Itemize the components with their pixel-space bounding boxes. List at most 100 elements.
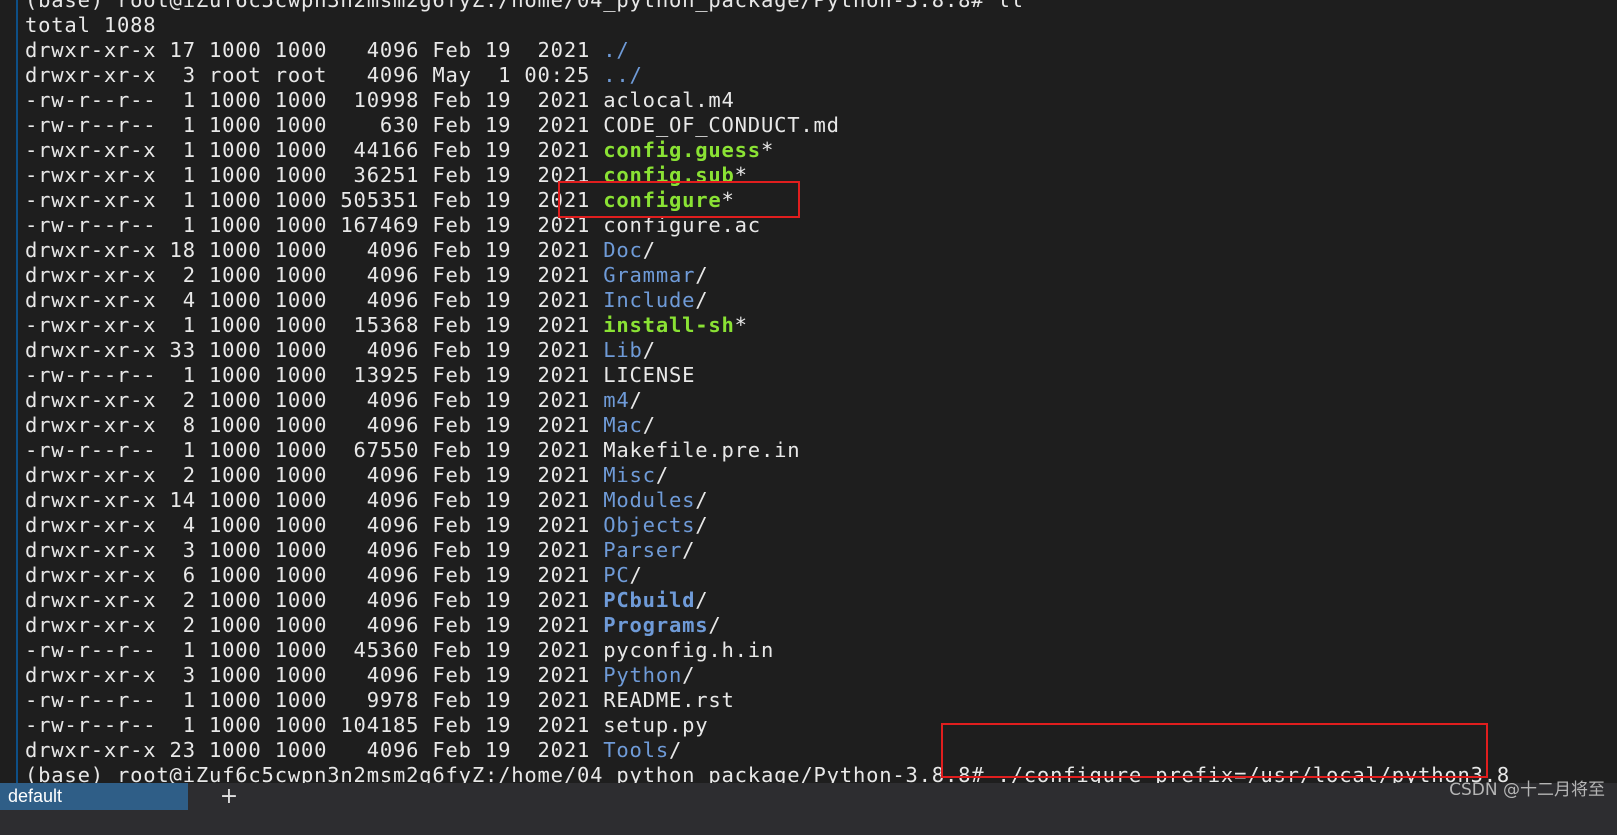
terminal-line: (base) root@iZuf6c5cwpn3n2msm2g6fyZ:/hom… xyxy=(25,0,1510,13)
terminal-line: drwxr-xr-x 4 1000 1000 4096 Feb 19 2021 … xyxy=(25,513,1510,538)
line-text: drwxr-xr-x 33 1000 1000 4096 Feb 19 2021 xyxy=(25,338,604,362)
terminal-line: -rw-r--r-- 1 1000 1000 9978 Feb 19 2021 … xyxy=(25,688,1510,713)
terminal-line: drwxr-xr-x 4 1000 1000 4096 Feb 19 2021 … xyxy=(25,288,1510,313)
terminal-line: -rwxr-xr-x 1 1000 1000 15368 Feb 19 2021… xyxy=(25,313,1510,338)
terminal-output: (base) root@iZuf6c5cwpn3n2msm2g6fyZ:/hom… xyxy=(25,0,1510,788)
terminal-line: -rwxr-xr-x 1 1000 1000 44166 Feb 19 2021… xyxy=(25,138,1510,163)
line-text: drwxr-xr-x 2 1000 1000 4096 Feb 19 2021 xyxy=(25,463,604,487)
line-suffix: * xyxy=(734,313,748,337)
line-text: drwxr-xr-x 4 1000 1000 4096 Feb 19 2021 xyxy=(25,513,604,537)
line-suffix: / xyxy=(695,513,709,537)
line-text: -rw-r--r-- 1 1000 1000 13925 Feb 19 2021… xyxy=(25,363,696,387)
line-text: -rwxr-xr-x 1 1000 1000 44166 Feb 19 2021 xyxy=(25,138,604,162)
terminal-line: drwxr-xr-x 33 1000 1000 4096 Feb 19 2021… xyxy=(25,338,1510,363)
terminal-line: drwxr-xr-x 3 1000 1000 4096 Feb 19 2021 … xyxy=(25,538,1510,563)
terminal-line: drwxr-xr-x 8 1000 1000 4096 Feb 19 2021 … xyxy=(25,413,1510,438)
line-text: drwxr-xr-x 2 1000 1000 4096 Feb 19 2021 xyxy=(25,263,604,287)
terminal-line: total 1088 xyxy=(25,13,1510,38)
line-text: -rw-r--r-- 1 1000 1000 104185 Feb 19 202… xyxy=(25,713,709,737)
line-text: drwxr-xr-x 4 1000 1000 4096 Feb 19 2021 xyxy=(25,288,604,312)
line-text: drwxr-xr-x 18 1000 1000 4096 Feb 19 2021 xyxy=(25,238,604,262)
terminal-line: -rw-r--r-- 1 1000 1000 10998 Feb 19 2021… xyxy=(25,88,1510,113)
line-suffix: / xyxy=(655,463,669,487)
terminal-line: drwxr-xr-x 2 1000 1000 4096 Feb 19 2021 … xyxy=(25,263,1510,288)
line-text: drwxr-xr-x 2 1000 1000 4096 Feb 19 2021 xyxy=(25,388,604,412)
file-name: config.guess xyxy=(603,138,761,162)
line-text: drwxr-xr-x 23 1000 1000 4096 Feb 19 2021 xyxy=(25,738,604,762)
line-suffix: / xyxy=(629,388,643,412)
highlight-box-command xyxy=(941,723,1488,778)
terminal-window[interactable]: (base) root@iZuf6c5cwpn3n2msm2g6fyZ:/hom… xyxy=(0,0,1617,810)
line-text: drwxr-xr-x 2 1000 1000 4096 Feb 19 2021 xyxy=(25,613,604,637)
terminal-line: drwxr-xr-x 18 1000 1000 4096 Feb 19 2021… xyxy=(25,238,1510,263)
line-suffix: / xyxy=(668,738,683,762)
line-suffix: / xyxy=(629,563,643,587)
terminal-left-border xyxy=(16,0,18,810)
file-name: Programs xyxy=(603,613,709,637)
line-text: -rw-r--r-- 1 1000 1000 67550 Feb 19 2021… xyxy=(25,438,801,462)
line-text: -rwxr-xr-x 1 1000 1000 505351 Feb 19 202… xyxy=(25,188,604,212)
watermark-text: CSDN @十二月将至 xyxy=(1449,780,1605,800)
line-suffix: / xyxy=(642,413,656,437)
file-name: PC xyxy=(603,563,630,587)
terminal-line: -rw-r--r-- 1 1000 1000 45360 Feb 19 2021… xyxy=(25,638,1510,663)
terminal-line: drwxr-xr-x 2 1000 1000 4096 Feb 19 2021 … xyxy=(25,388,1510,413)
terminal-line: drwxr-xr-x 3 root root 4096 May 1 00:25 … xyxy=(25,63,1510,88)
line-text: drwxr-xr-x 3 root root 4096 May 1 00:25 xyxy=(25,63,604,87)
line-suffix: / xyxy=(642,238,656,262)
terminal-line: -rw-r--r-- 1 1000 1000 630 Feb 19 2021 C… xyxy=(25,113,1510,138)
terminal-line: drwxr-xr-x 2 1000 1000 4096 Feb 19 2021 … xyxy=(25,463,1510,488)
line-text: drwxr-xr-x 6 1000 1000 4096 Feb 19 2021 xyxy=(25,563,604,587)
tab-default[interactable]: default xyxy=(0,783,188,810)
session-tab-bar: default + xyxy=(0,783,1617,810)
file-name: Lib xyxy=(603,338,643,362)
file-name: Misc xyxy=(603,463,656,487)
line-text: -rw-r--r-- 1 1000 1000 10998 Feb 19 2021… xyxy=(25,88,735,112)
file-name: Parser xyxy=(603,538,683,562)
highlight-box-configure xyxy=(558,181,800,218)
terminal-line: drwxr-xr-x 2 1000 1000 4096 Feb 19 2021 … xyxy=(25,613,1510,638)
file-name: Mac xyxy=(603,413,643,437)
line-text: -rwxr-xr-x 1 1000 1000 15368 Feb 19 2021 xyxy=(25,313,604,337)
file-name: Modules xyxy=(603,488,696,512)
file-name: Tools xyxy=(603,738,669,762)
terminal-line: drwxr-xr-x 17 1000 1000 4096 Feb 19 2021… xyxy=(25,38,1510,63)
file-name: ../ xyxy=(603,63,643,87)
line-suffix: / xyxy=(708,613,722,637)
line-suffix: / xyxy=(642,338,656,362)
bottom-strip xyxy=(0,810,1617,835)
line-text: drwxr-xr-x 3 1000 1000 4096 Feb 19 2021 xyxy=(25,538,604,562)
terminal-line: drwxr-xr-x 6 1000 1000 4096 Feb 19 2021 … xyxy=(25,563,1510,588)
line-text: -rwxr-xr-x 1 1000 1000 36251 Feb 19 2021 xyxy=(25,163,604,187)
file-name: Include xyxy=(603,288,696,312)
line-suffix: * xyxy=(760,138,775,162)
line-suffix: / xyxy=(695,588,709,612)
line-text: drwxr-xr-x 3 1000 1000 4096 Feb 19 2021 xyxy=(25,663,604,687)
file-name: Doc xyxy=(603,238,643,262)
line-text: -rw-r--r-- 1 1000 1000 9978 Feb 19 2021 … xyxy=(25,688,735,712)
file-name: install-sh xyxy=(603,313,735,337)
file-name: m4 xyxy=(603,388,630,412)
add-tab-button[interactable]: + xyxy=(218,783,240,810)
line-suffix: / xyxy=(695,488,709,512)
file-name: Grammar xyxy=(603,263,696,287)
terminal-line: -rw-r--r-- 1 1000 1000 67550 Feb 19 2021… xyxy=(25,438,1510,463)
terminal-line: drwxr-xr-x 14 1000 1000 4096 Feb 19 2021… xyxy=(25,488,1510,513)
line-suffix: / xyxy=(682,663,696,687)
line-text: total 1088 xyxy=(25,13,157,37)
file-name: ./ xyxy=(603,38,630,62)
terminal-line: -rw-r--r-- 1 1000 1000 13925 Feb 19 2021… xyxy=(25,363,1510,388)
file-name: PCbuild xyxy=(603,588,696,612)
line-text: (base) root@iZuf6c5cwpn3n2msm2g6fyZ:/hom… xyxy=(25,0,1024,12)
line-text: -rw-r--r-- 1 1000 1000 45360 Feb 19 2021… xyxy=(25,638,775,662)
line-text: -rw-r--r-- 1 1000 1000 630 Feb 19 2021 C… xyxy=(25,113,840,137)
line-suffix: / xyxy=(695,263,709,287)
line-text: drwxr-xr-x 2 1000 1000 4096 Feb 19 2021 xyxy=(25,588,604,612)
file-name: Objects xyxy=(603,513,696,537)
line-text: drwxr-xr-x 17 1000 1000 4096 Feb 19 2021 xyxy=(25,38,604,62)
terminal-line: drwxr-xr-x 2 1000 1000 4096 Feb 19 2021 … xyxy=(25,588,1510,613)
line-text: drwxr-xr-x 8 1000 1000 4096 Feb 19 2021 xyxy=(25,413,604,437)
terminal-line: drwxr-xr-x 3 1000 1000 4096 Feb 19 2021 … xyxy=(25,663,1510,688)
line-suffix: / xyxy=(682,538,696,562)
line-text: drwxr-xr-x 14 1000 1000 4096 Feb 19 2021 xyxy=(25,488,604,512)
